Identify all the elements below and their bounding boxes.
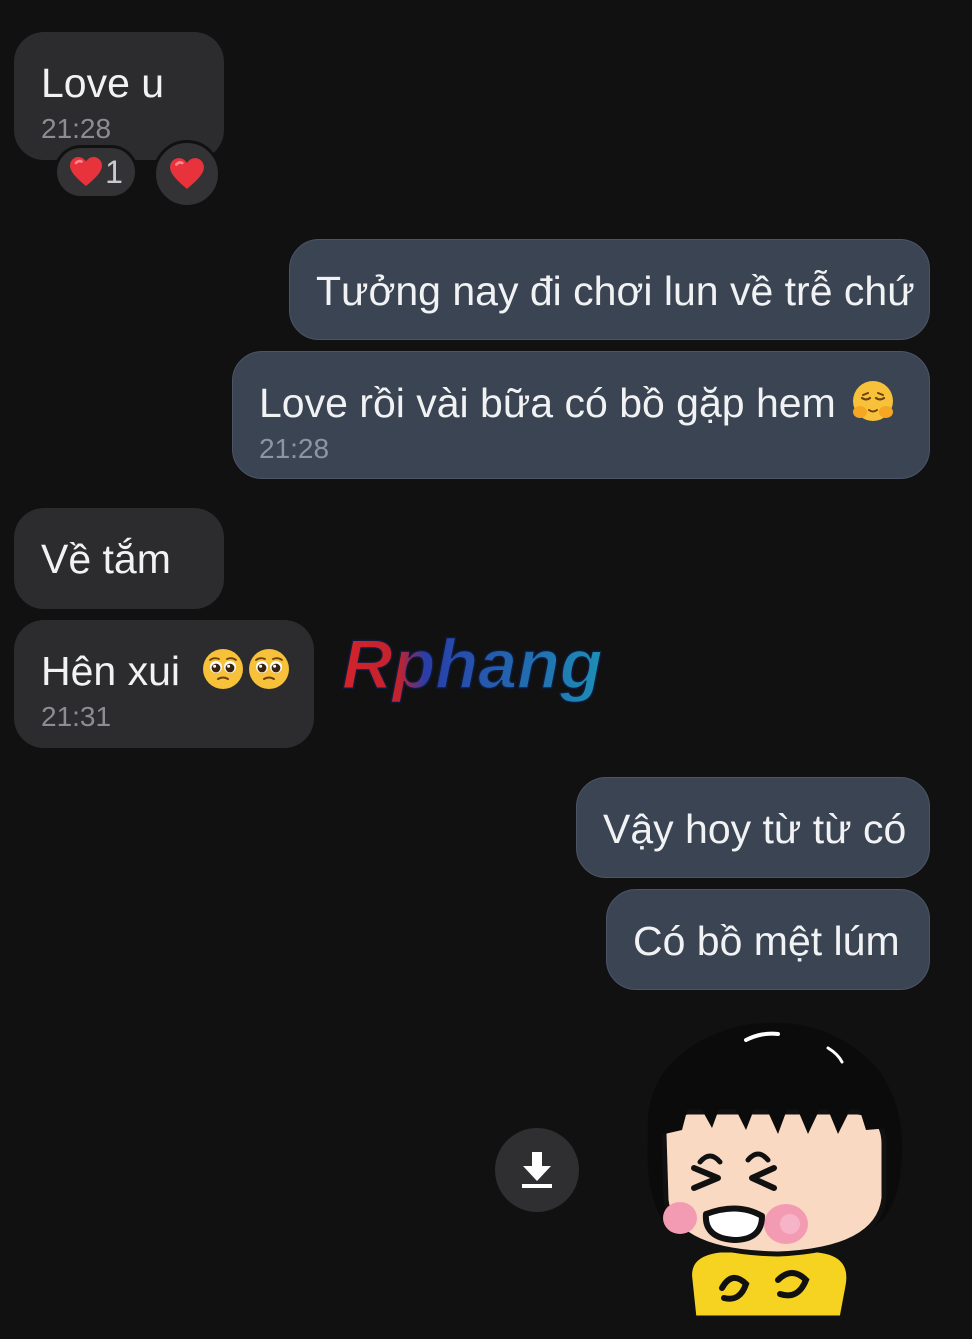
message-text: Tưởng nay đi chơi lun về trễ chứ: [316, 268, 915, 314]
message-timestamp: 21:28: [41, 113, 112, 144]
message-bubble-outgoing[interactable]: Love rồi vài bữa có bồ gặp hem 21:28: [232, 351, 930, 479]
message-bubble-incoming[interactable]: Hên xui 21:31: [14, 620, 314, 748]
message-bubble-incoming[interactable]: Về tắm: [14, 508, 224, 609]
message-text: Có bồ mệt lúm: [633, 918, 900, 964]
download-button[interactable]: [495, 1128, 579, 1212]
red-heart-icon: [70, 157, 103, 186]
reaction-heart-count[interactable]: 1: [54, 145, 138, 199]
message-text: Hên xui: [41, 648, 181, 694]
message-text: Love u: [41, 60, 165, 106]
pleading-face-emoji: [249, 649, 290, 689]
chat-screen: Love u 21:28 1 Tưởng nay đi chơi lun về …: [0, 0, 972, 1339]
svg-text:Rphang: Rphang: [342, 625, 603, 703]
pleading-face-emoji: [203, 649, 244, 689]
message-bubble-outgoing[interactable]: Có bồ mệt lúm: [606, 889, 930, 990]
hugging-face-emoji: [853, 381, 894, 421]
watermark-logo: Rphang: [338, 622, 638, 717]
add-reaction-button[interactable]: [153, 140, 221, 208]
cartoon-girl-laughing-sticker[interactable]: [628, 1018, 918, 1323]
message-text: Vậy hoy từ từ có: [603, 806, 907, 852]
reaction-count: 1: [105, 153, 123, 190]
message-timestamp: 21:31: [41, 701, 112, 732]
message-timestamp: 21:28: [259, 433, 330, 464]
message-text: Về tắm: [41, 536, 171, 582]
message-bubble-outgoing[interactable]: Tưởng nay đi chơi lun về trễ chứ: [289, 239, 930, 340]
message-text: Love rồi vài bữa có bồ gặp hem: [259, 380, 836, 426]
red-heart-icon: [170, 158, 204, 189]
message-bubble-outgoing[interactable]: Vậy hoy từ từ có: [576, 777, 930, 878]
download-arrow-icon: [522, 1152, 552, 1188]
